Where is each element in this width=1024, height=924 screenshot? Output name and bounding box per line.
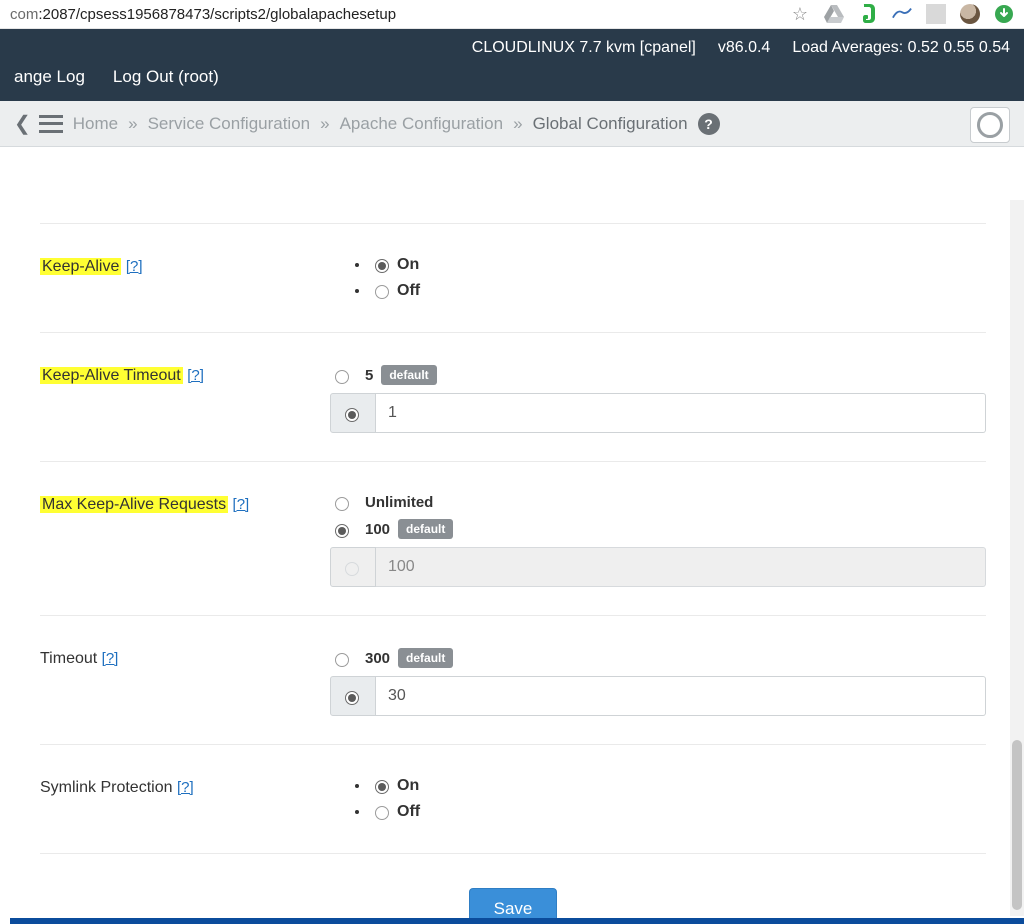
- badge-default: default: [381, 365, 436, 385]
- option-on: On: [397, 256, 419, 273]
- help-link-keep-alive-timeout[interactable]: [?]: [187, 367, 204, 384]
- label-symlink: Symlink Protection: [40, 779, 173, 796]
- row-keep-alive: Keep-Alive [?] On Off: [40, 224, 986, 333]
- extension-icon[interactable]: [892, 4, 912, 24]
- mka-default-value: 100: [365, 521, 390, 538]
- help-link-symlink[interactable]: [?]: [177, 779, 194, 796]
- input-ka-timeout[interactable]: [376, 393, 986, 433]
- life-ring-icon: [977, 112, 1003, 138]
- settings-panel: Keep-Alive [?] On Off Keep-Alive Timeout…: [10, 200, 1014, 924]
- help-link-keep-alive[interactable]: [?]: [126, 258, 143, 275]
- profile-avatar-icon[interactable]: [960, 4, 980, 24]
- scrollbar[interactable]: [1010, 200, 1024, 916]
- whm-header: CLOUDLINUX 7.7 kvm [cpanel] v86.0.4 Load…: [0, 29, 1024, 101]
- radio-timeout-default[interactable]: [335, 653, 349, 667]
- ka-timeout-default-value: 5: [365, 367, 373, 384]
- row-timeout: Timeout [?] 300 default: [40, 616, 986, 745]
- url-host: com: [10, 6, 38, 23]
- breadcrumb-sep: »: [128, 114, 137, 134]
- breadcrumb-home[interactable]: Home: [73, 114, 118, 134]
- help-link-max-keep-alive[interactable]: [?]: [233, 496, 250, 513]
- evernote-icon[interactable]: [858, 4, 878, 24]
- badge-default: default: [398, 648, 453, 668]
- breadcrumb-bar: ❮ Home » Service Configuration » Apache …: [0, 101, 1024, 147]
- load-averages: Load Averages: 0.52 0.55 0.54: [792, 39, 1010, 57]
- whm-version: v86.0.4: [718, 39, 770, 57]
- label-keep-alive: Keep-Alive: [40, 258, 121, 275]
- server-os: CLOUDLINUX 7.7 kvm [cpanel]: [472, 39, 696, 57]
- radio-keep-alive-off[interactable]: [375, 285, 389, 299]
- browser-address-bar: com:2087/cpsess1956878473/scripts2/globa…: [0, 0, 1024, 29]
- input-mka[interactable]: [376, 547, 986, 587]
- radio-ka-timeout-default[interactable]: [335, 370, 349, 384]
- help-link-timeout[interactable]: [?]: [102, 650, 119, 667]
- url-field[interactable]: com:2087/cpsess1956878473/scripts2/globa…: [10, 6, 790, 23]
- url-path: :2087/cpsess1956878473/scripts2/globalap…: [38, 6, 396, 23]
- download-icon[interactable]: [994, 4, 1014, 24]
- breadcrumb-apache-config[interactable]: Apache Configuration: [340, 114, 504, 134]
- nav-log-out[interactable]: Log Out (root): [113, 67, 219, 87]
- label-timeout: Timeout: [40, 650, 97, 667]
- radio-mka-custom[interactable]: [345, 562, 359, 576]
- radio-mka-default[interactable]: [335, 524, 349, 538]
- option-unlimited: Unlimited: [365, 494, 433, 511]
- option-off: Off: [397, 803, 420, 820]
- radio-symlink-off[interactable]: [375, 806, 389, 820]
- bookmark-star-icon[interactable]: ☆: [790, 4, 810, 24]
- menu-icon[interactable]: [39, 115, 63, 133]
- row-keep-alive-timeout: Keep-Alive Timeout [?] 5 default: [40, 333, 986, 462]
- option-on: On: [397, 777, 419, 794]
- breadcrumb-service-config[interactable]: Service Configuration: [148, 114, 311, 134]
- help-icon[interactable]: ?: [698, 113, 720, 135]
- row-previous-partial: [40, 200, 986, 224]
- label-keep-alive-timeout: Keep-Alive Timeout: [40, 367, 183, 384]
- row-symlink-protection: Symlink Protection [?] On Off: [40, 745, 986, 854]
- badge-default: default: [398, 519, 453, 539]
- timeout-default-value: 300: [365, 650, 390, 667]
- radio-symlink-on[interactable]: [375, 780, 389, 794]
- footer-edge: [10, 918, 1024, 924]
- input-timeout[interactable]: [376, 676, 986, 716]
- radio-timeout-custom[interactable]: [345, 691, 359, 705]
- radio-keep-alive-on[interactable]: [375, 259, 389, 273]
- label-max-keep-alive: Max Keep-Alive Requests: [40, 496, 228, 513]
- option-off: Off: [397, 282, 420, 299]
- scrollbar-thumb[interactable]: [1012, 740, 1022, 910]
- back-chevron-icon[interactable]: ❮: [14, 111, 31, 136]
- radio-mka-unlimited[interactable]: [335, 497, 349, 511]
- radio-ka-timeout-custom[interactable]: [345, 408, 359, 422]
- row-max-keep-alive: Max Keep-Alive Requests [?] Unlimited 10…: [40, 462, 986, 616]
- breadcrumb-current: Global Configuration: [533, 114, 688, 134]
- breadcrumb-sep: »: [513, 114, 522, 134]
- google-drive-icon[interactable]: [824, 4, 844, 24]
- support-button[interactable]: [970, 107, 1010, 143]
- toolbar-divider: [926, 4, 946, 24]
- nav-change-log[interactable]: ange Log: [14, 67, 85, 87]
- breadcrumb-sep: »: [320, 114, 329, 134]
